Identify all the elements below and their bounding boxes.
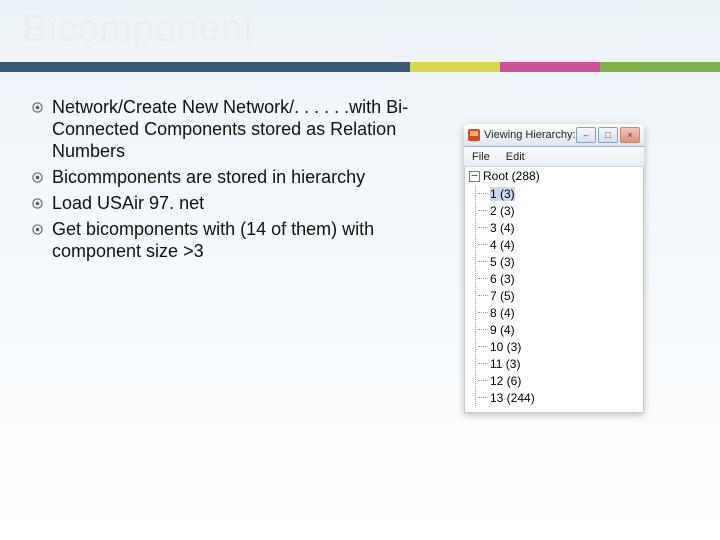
tree-item[interactable]: 9 (4) (478, 321, 639, 338)
menu-bar: File Edit (464, 147, 644, 167)
app-icon (468, 129, 480, 141)
tree-root-label: Root (288) (483, 169, 540, 183)
tree-item[interactable]: 13 (244) (478, 389, 639, 406)
bullet-marker-icon (28, 99, 46, 115)
tree-item[interactable]: 6 (3) (478, 270, 639, 287)
tree-item-label: 9 (4) (490, 323, 515, 337)
tree-item[interactable]: 1 (3) (478, 185, 639, 202)
bullet-text: Load USAir 97. net (52, 192, 204, 214)
tree-item[interactable]: 2 (3) (478, 202, 639, 219)
tree-item-label: 11 (3) (490, 357, 520, 371)
accent-pink (500, 62, 600, 72)
bullet-text: Network/Create New Network/. . . . . .wi… (52, 96, 438, 162)
bullet-marker-icon (28, 195, 46, 211)
window-titlebar[interactable]: Viewing Hierarchy: 2… – □ × (464, 124, 644, 147)
bullet-list: Network/Create New Network/. . . . . .wi… (28, 96, 438, 262)
window-title: Viewing Hierarchy: 2… (484, 129, 576, 141)
bullet-text: Bicommponents are stored in hierarchy (52, 166, 365, 188)
tree-item-label: 6 (3) (490, 272, 515, 286)
maximize-button[interactable]: □ (598, 127, 618, 143)
menu-file[interactable]: File (464, 151, 498, 163)
expand-collapse-icon[interactable]: – (469, 171, 480, 182)
tree-item-label: 8 (4) (490, 306, 515, 320)
tree-item[interactable]: 5 (3) (478, 253, 639, 270)
hierarchy-window: Viewing Hierarchy: 2… – □ × File Edit – … (464, 124, 644, 413)
bullet-list-container: Network/Create New Network/. . . . . .wi… (28, 96, 438, 266)
bullet-item: Bicommponents are stored in hierarchy (28, 166, 438, 188)
slide-title: Bicomponent (22, 8, 255, 51)
bullet-marker-icon (28, 221, 46, 237)
tree-children: 1 (3) 2 (3) 3 (4) 4 (4) 5 (3) 6 (3) 7 (5) 8 (4)… (475, 185, 639, 406)
tree-item-label: 4 (4) (490, 238, 515, 252)
tree-item-label: 12 (6) (490, 374, 521, 388)
menu-edit[interactable]: Edit (498, 151, 533, 163)
tree-item[interactable]: 12 (6) (478, 372, 639, 389)
tree-item[interactable]: 3 (4) (478, 219, 639, 236)
accent-green (600, 62, 720, 72)
tree-item[interactable]: 11 (3) (478, 355, 639, 372)
tree-item-label: 3 (4) (490, 221, 515, 235)
tree-view[interactable]: – Root (288) 1 (3) 2 (3) 3 (4) 4 (4) 5 (3) 6 … (464, 167, 644, 413)
bullet-item: Load USAir 97. net (28, 192, 438, 214)
minimize-button[interactable]: – (576, 127, 596, 143)
tree-item-label: 10 (3) (490, 340, 521, 354)
tree-item[interactable]: 8 (4) (478, 304, 639, 321)
bullet-text: Get bicomponents with (14 of them) with … (52, 218, 438, 262)
tree-item[interactable]: 4 (4) (478, 236, 639, 253)
tree-item-label: 5 (3) (490, 255, 515, 269)
accent-yellow (410, 62, 500, 72)
bullet-item: Get bicomponents with (14 of them) with … (28, 218, 438, 262)
close-button[interactable]: × (620, 127, 640, 143)
tree-item[interactable]: 10 (3) (478, 338, 639, 355)
tree-item-label: 2 (3) (490, 204, 515, 218)
tree-item[interactable]: 7 (5) (478, 287, 639, 304)
bullet-marker-icon (28, 169, 46, 185)
tree-item-label: 7 (5) (490, 289, 515, 303)
tree-root[interactable]: – Root (288) (469, 169, 639, 183)
tree-item-label: 1 (3) (490, 187, 515, 201)
bullet-item: Network/Create New Network/. . . . . .wi… (28, 96, 438, 162)
tree-item-label: 13 (244) (490, 391, 535, 405)
accent-bar (0, 62, 720, 72)
